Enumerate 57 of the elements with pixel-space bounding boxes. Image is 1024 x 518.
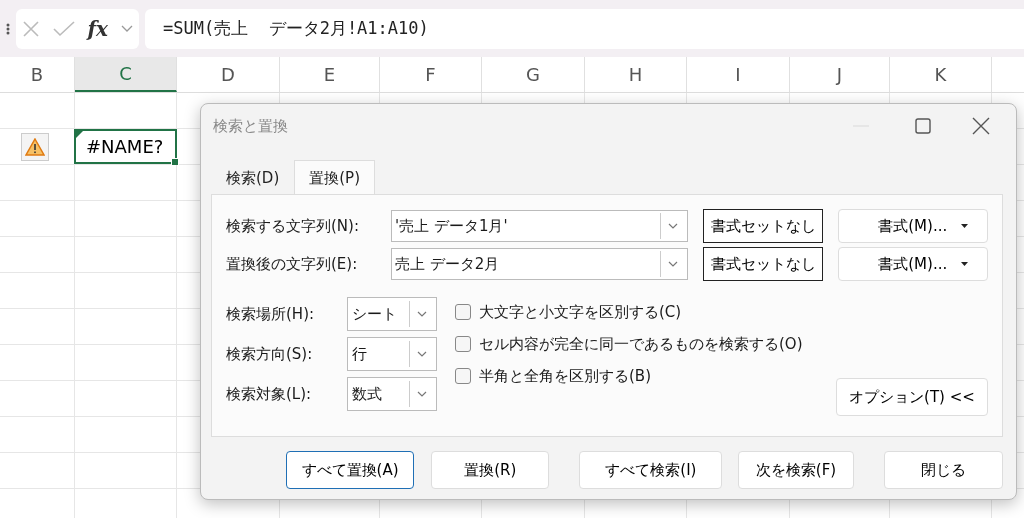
field-label: 検索方向(S): (226, 344, 314, 364)
checkbox[interactable] (455, 304, 471, 320)
error-indicator-icon (76, 131, 83, 138)
dialog-button[interactable]: 次を検索(F) (738, 451, 854, 489)
field-label: 検索場所(H): (226, 304, 316, 324)
field-label: 検索対象(L): (226, 384, 313, 404)
field-label: 検索する文字列(N): (226, 216, 360, 236)
chevron-down-icon (417, 311, 427, 317)
dropdown[interactable]: 数式 (347, 377, 437, 411)
chevron-down-icon (668, 261, 679, 267)
dropdown[interactable]: 行 (347, 337, 437, 371)
format-button[interactable]: 書式(M)... (838, 209, 988, 243)
formula-field[interactable]: =SUM(売上 データ2月!A1:A10) (145, 8, 1024, 49)
checkbox-label[interactable]: 大文字と小文字を区別する(C) (479, 302, 682, 322)
dropdown-arrow-icon (961, 224, 969, 228)
check-icon[interactable] (52, 20, 75, 37)
dialog-button[interactable]: 閉じる (883, 451, 1003, 489)
active-cell[interactable]: #NAME? (74, 129, 177, 164)
text-combo-field[interactable]: '売上 データ1月' (391, 210, 689, 242)
checkbox-label[interactable]: セル内容が完全に同一であるものを検索する(O) (479, 334, 803, 354)
chevron-down-icon[interactable] (120, 24, 133, 33)
options-button[interactable]: オプション(T) << (836, 378, 988, 416)
dropdown-arrow-icon (961, 262, 969, 266)
column-header[interactable]: D (177, 57, 280, 92)
checkbox[interactable] (455, 368, 471, 384)
dialog-button[interactable]: 置換(R) (431, 451, 550, 489)
column-header[interactable]: F (380, 57, 482, 92)
tab[interactable]: 検索(D) (211, 160, 295, 194)
dialog-button[interactable]: すべて置換(A) (286, 451, 415, 489)
format-button[interactable]: 書式(M)... (838, 247, 988, 281)
dialog-button[interactable]: すべて検索(I) (579, 451, 723, 489)
checkbox-label[interactable]: 半角と全角を区別する(B) (479, 366, 651, 386)
column-header[interactable]: I (687, 57, 790, 92)
column-header[interactable]: C (75, 57, 177, 92)
tab[interactable]: 置換(P) (294, 160, 375, 194)
text-combo-field[interactable]: 売上 データ2月 (391, 248, 689, 280)
checkbox[interactable] (455, 336, 471, 352)
column-header[interactable]: K (890, 57, 992, 92)
field-label: 置換後の文字列(E): (226, 254, 359, 274)
dialog-title: 検索と置換 (213, 116, 289, 136)
drag-handle-icon[interactable] (6, 21, 10, 36)
chevron-down-icon (668, 223, 679, 229)
column-header[interactable]: J (790, 57, 890, 92)
maximize-icon[interactable] (912, 115, 934, 137)
insert-function-button[interactable]: fx (87, 16, 109, 41)
fill-handle[interactable] (171, 158, 179, 166)
format-preview-button[interactable]: 書式セットなし (703, 247, 824, 281)
column-header[interactable]: E (280, 57, 380, 92)
column-header[interactable]: H (585, 57, 687, 92)
format-preview-button[interactable]: 書式セットなし (703, 209, 824, 243)
chevron-down-icon (417, 391, 427, 397)
cancel-icon[interactable] (22, 19, 41, 38)
close-icon[interactable] (970, 115, 992, 137)
chevron-down-icon (417, 351, 427, 357)
dropdown[interactable]: シート (347, 297, 437, 331)
column-header[interactable]: G (482, 57, 585, 92)
warning-icon[interactable] (21, 132, 49, 161)
